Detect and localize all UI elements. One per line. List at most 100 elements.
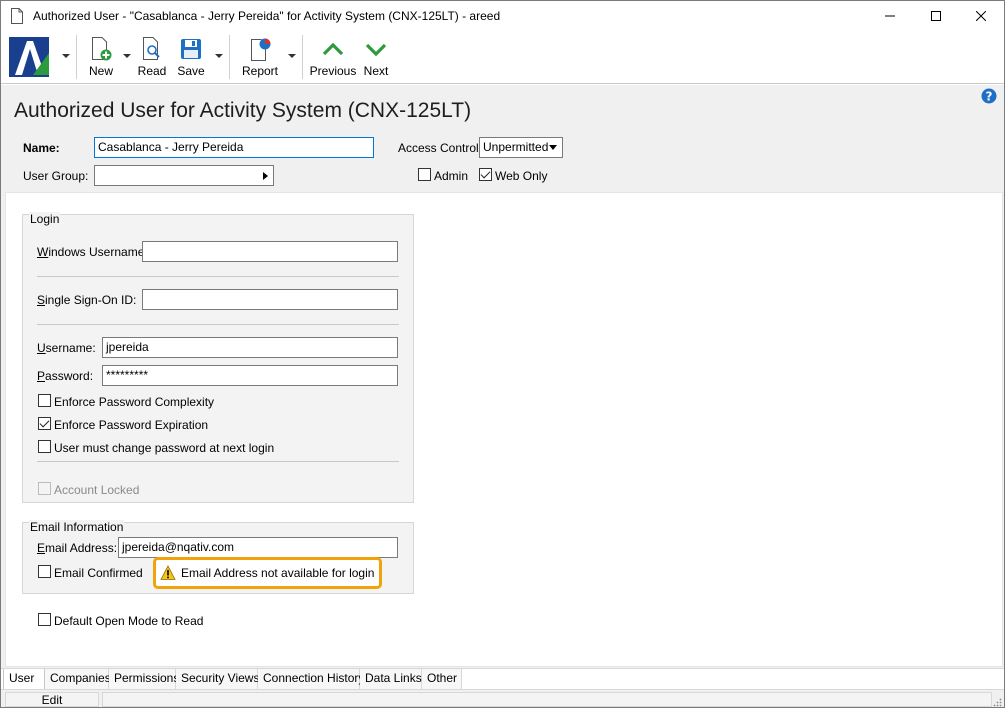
svg-text:?: ? [986,90,993,104]
warning-icon [160,565,176,580]
toolbar-separator [229,35,230,79]
email-confirmed-checkbox[interactable] [38,565,51,578]
email-confirmed-label: Email Confirmed [54,566,143,580]
user-group-label: User Group: [23,169,89,183]
divider [37,324,399,325]
email-group-title: Email Information [29,520,125,534]
email-address-field[interactable]: jpereida@nqativ.com [118,537,398,558]
new-dropdown-icon[interactable] [123,54,131,58]
minimize-button[interactable] [867,1,913,31]
username-field[interactable]: jpereida [102,337,398,358]
toolbar-separator [76,35,77,79]
tab-connection-history[interactable]: Connection History [258,669,364,689]
next-button[interactable]: Next [362,35,390,81]
tab-permissions[interactable]: Permissions [109,669,179,689]
name-label: Name: [23,141,60,155]
label-text: assword: [45,369,94,383]
report-button[interactable]: Report [241,35,279,81]
divider [37,461,399,462]
status-mode: Edit [5,692,99,707]
previous-button[interactable]: Previous [310,35,356,81]
title-bar: Authorized User - "Casablanca - Jerry Pe… [1,1,1004,31]
label-text: sername: [45,341,96,355]
save-disk-icon [181,39,201,59]
tab-strip: User Companies Permissions Security View… [1,668,1004,690]
tab-companies[interactable]: Companies [45,669,111,689]
resize-grip-icon[interactable] [993,698,1002,707]
enforce-expiration-label: Enforce Password Expiration [54,418,209,432]
tab-other[interactable]: Other [422,669,462,689]
read-document-icon [143,37,160,60]
login-group: Login Windows Username: Single Sign-On I… [22,212,414,503]
label-text: mail Address: [45,541,118,555]
label-text: ingle Sign-On ID: [45,293,137,307]
sso-id-label: Single Sign-On ID: [37,293,136,307]
username-label: Username: [37,341,96,355]
main-area: Authorized User for Activity System (CNX… [1,85,1004,668]
access-control-value: Unpermitted [483,140,549,154]
account-locked-label: Account Locked [54,483,140,497]
enforce-complexity-checkbox[interactable] [38,394,51,407]
default-open-read-checkbox[interactable] [38,613,51,626]
app-logo-icon [9,37,49,77]
mnemonic-letter: S [37,293,46,307]
app-window: Authorized User - "Casablanca - Jerry Pe… [0,0,1005,708]
enforce-expiration-checkbox[interactable] [38,417,51,430]
report-chart-icon [251,38,271,61]
close-icon [976,11,986,21]
toolbar: New Read Save Report Previous Next [1,31,1004,84]
window-title: Authorized User - "Casablanca - Jerry Pe… [33,9,501,23]
email-group: Email Information Email Address: jpereid… [22,520,414,594]
page-title: Authorized User for Activity System (CNX… [14,99,472,122]
access-control-select[interactable]: Unpermitted [479,137,563,158]
email-address-label: Email Address: [37,541,117,555]
admin-label: Admin [434,169,469,183]
tab-data-links[interactable]: Data Links [360,669,422,689]
new-button[interactable]: New [87,35,115,81]
name-field[interactable]: Casablanca - Jerry Pereida [94,137,374,158]
admin-checkbox[interactable] [418,168,431,181]
chevron-down-icon [365,43,387,57]
user-tab-panel: Login Windows Username: Single Sign-On I… [5,192,1003,667]
email-warning-callout: Email Address not available for login [153,557,382,589]
help-icon[interactable]: ? [981,88,997,104]
default-open-read-label: Default Open Mode to Read [54,614,204,628]
chevron-down-icon [549,145,557,150]
windows-username-field[interactable] [142,241,398,262]
save-button[interactable]: Save [177,35,205,81]
report-dropdown-icon[interactable] [288,54,296,58]
new-document-icon [92,37,112,61]
save-button-label: Save [177,64,205,78]
maximize-icon [931,11,941,21]
login-group-title: Login [29,212,61,226]
mnemonic-letter: U [37,341,46,355]
read-button-label: Read [137,64,167,78]
tab-security-views[interactable]: Security Views [176,669,259,689]
maximize-button[interactable] [913,1,959,31]
mnemonic-letter: W [37,245,49,259]
password-field[interactable]: ********* [102,365,398,386]
divider [37,276,399,277]
must-change-password-checkbox[interactable] [38,440,51,453]
windows-username-label: Windows Username: [37,245,148,259]
toolbar-separator [302,35,303,79]
status-bar: Edit [1,689,1004,707]
app-menu-button[interactable] [7,35,51,79]
new-button-label: New [88,64,113,78]
read-button[interactable]: Read [137,35,167,81]
save-dropdown-icon[interactable] [215,54,223,58]
status-message-area [102,692,992,707]
must-change-password-label: User must change password at next login [54,441,275,455]
app-menu-dropdown-icon[interactable] [62,54,70,58]
web-only-checkbox[interactable] [479,168,492,181]
sso-id-field[interactable] [142,289,398,310]
report-button-label: Report [241,64,279,78]
account-locked-checkbox [38,482,51,495]
mnemonic-letter: P [37,369,46,383]
tab-user[interactable]: User [3,669,45,690]
previous-button-label: Previous [309,64,357,78]
user-group-picker[interactable] [94,165,274,186]
close-button[interactable] [958,1,1004,31]
access-control-label: Access Control: [398,141,483,155]
next-button-label: Next [363,64,389,78]
